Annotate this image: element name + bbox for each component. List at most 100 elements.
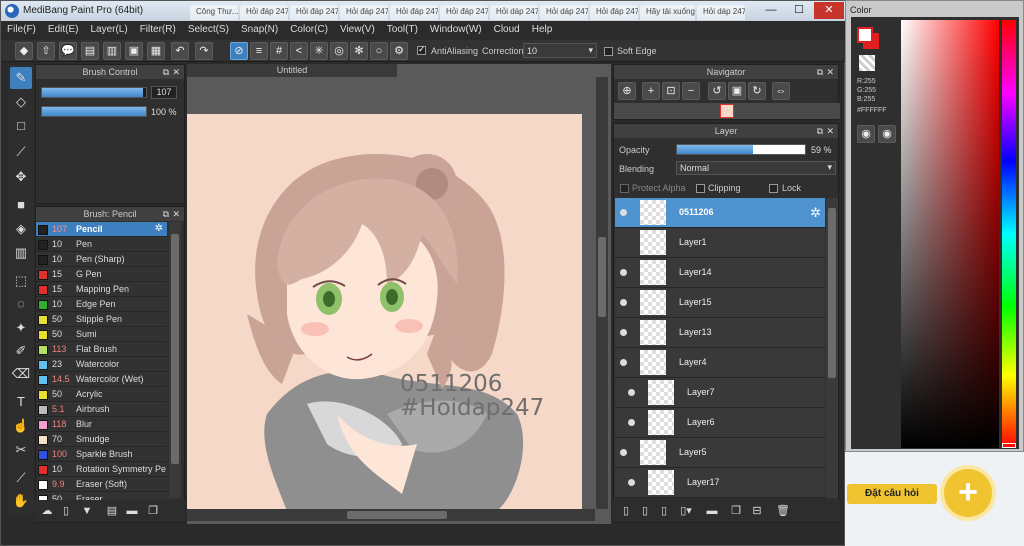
brush-item[interactable]: 107 Pencil ✲ [36,222,167,237]
layer-list-scrollbar[interactable] [826,198,838,498]
canvas-tab[interactable]: Untitled [187,64,397,77]
blending-select[interactable]: Normal ▾ [676,161,836,175]
layer-row[interactable]: Layer6 [615,408,825,438]
brush-tool-icon[interactable]: ✎ [10,67,32,89]
brush-item[interactable]: 100 Sparkle Brush [36,447,167,462]
layer-row[interactable]: Layer5 [615,438,825,468]
snap-settings-icon[interactable]: ⚙ [390,42,408,60]
operation-tool-icon[interactable]: ☝ [10,415,32,437]
layer-row[interactable]: 0511206 ✲ [615,198,825,228]
brush-item[interactable]: 50 Sumi [36,327,167,342]
flip-icon[interactable]: ⇔ [772,82,790,100]
duplicate-layer-icon[interactable]: ❐ [729,504,743,518]
page-list-icon[interactable]: ▥ [103,42,121,60]
snap-curve-icon[interactable]: ✻ [350,42,368,60]
undock-icon[interactable]: ⧉ [163,65,169,79]
zoom-icon[interactable]: ⊕ [618,82,636,100]
canvas-viewport[interactable]: 0511206 #Hoidap247 [187,77,595,509]
undock-icon[interactable]: ⧉ [163,207,169,221]
menu-window[interactable]: Window(W) [424,21,488,40]
new-halftone-layer-icon[interactable]: ▯ [657,504,671,518]
color-settings-icon[interactable]: ◉ [878,125,896,143]
navigator-preview[interactable] [614,103,840,119]
ask-question-label[interactable]: Đặt câu hỏi [847,484,937,504]
snap-radial-icon[interactable]: ✳ [310,42,328,60]
cloud-brush-icon[interactable]: ☁ [40,504,54,518]
upload-icon[interactable]: ⇧ [37,42,55,60]
eyedropper-tool-icon[interactable]: ⟋ [10,467,32,489]
lasso-tool-icon[interactable]: ◌ [10,293,32,315]
visibility-icon[interactable] [620,299,627,306]
folder-icon[interactable]: ▬ [705,504,719,518]
frame-icon[interactable]: ▦ [147,42,165,60]
brush-item[interactable]: 9.9 Eraser (Soft) [36,477,167,492]
menu-help[interactable]: Help [526,21,559,40]
visibility-icon[interactable] [628,389,635,396]
close-icon[interactable]: ✕ [172,207,180,221]
snap-concentric-icon[interactable]: ○ [370,42,388,60]
redo-icon[interactable]: ↷ [195,42,213,60]
saturation-value-picker[interactable] [901,20,999,448]
visibility-icon[interactable] [620,329,627,336]
brush-item[interactable]: 23 Watercolor [36,357,167,372]
layer-opacity-slider[interactable] [676,144,806,155]
brush-item[interactable]: 15 G Pen [36,267,167,282]
brush-item[interactable]: 14.5 Watercolor (Wet) [36,372,167,387]
lock-checkbox[interactable] [769,184,778,193]
correction-select[interactable]: 10 ▾ [523,43,597,58]
add-layer-menu-icon[interactable]: ▯▾ [679,504,693,518]
undock-icon[interactable]: ⧉ [817,65,823,79]
text-tool-icon[interactable]: T [10,391,32,413]
menu-cloud[interactable]: Cloud [488,21,526,40]
actual-size-icon[interactable]: ▣ [728,82,746,100]
visibility-icon[interactable] [620,209,627,216]
close-icon[interactable]: ✕ [826,124,834,138]
move-tool-icon[interactable]: ✥ [10,166,32,188]
scrollbar-thumb[interactable] [347,511,447,519]
brush-item[interactable]: 118 Blur [36,417,167,432]
menu-filter[interactable]: Filter(R) [134,21,182,40]
snap-off-icon[interactable]: ⊘ [230,42,248,60]
canvas-horizontal-scrollbar[interactable] [187,509,595,521]
visibility-icon[interactable] [620,359,627,366]
scrollbar-thumb[interactable] [171,234,179,464]
brush-item[interactable]: 70 Smudge [36,432,167,447]
brush-size-slider[interactable] [41,87,147,98]
transparent-color-swatch[interactable] [859,55,875,71]
brush-item[interactable]: 50 Acrylic [36,387,167,402]
scrollbar-thumb[interactable] [598,237,606,317]
brush-item[interactable]: 10 Rotation Symmetry Pe [36,462,167,477]
hue-handle[interactable] [1002,443,1016,448]
brush-item[interactable]: 15 Mapping Pen [36,282,167,297]
page-icon[interactable]: ▤ [81,42,99,60]
menu-layer[interactable]: Layer(L) [84,21,133,40]
menu-edit[interactable]: Edit(E) [42,21,85,40]
brush-alt-tool-icon[interactable]: ⟋ [10,141,32,163]
select-tool-icon[interactable]: ⬚ [10,270,32,292]
brush-item[interactable]: 10 Pen (Sharp) [36,252,167,267]
menu-select[interactable]: Select(S) [182,21,235,40]
add-brush-icon[interactable]: ▼ [80,504,94,518]
menu-view[interactable]: View(V) [334,21,381,40]
gradient-tool-icon[interactable]: ▥ [10,242,32,264]
zoom-out-icon[interactable]: − [682,82,700,100]
brush-settings-icon[interactable]: ✲ [155,223,163,234]
comment-icon[interactable]: 💬 [59,42,77,60]
navigator-thumbnail[interactable] [720,104,734,118]
brush-item[interactable]: 5.1 Airbrush [36,402,167,417]
menu-snap[interactable]: Snap(N) [235,21,284,40]
menu-tool[interactable]: Tool(T) [381,21,424,40]
antialiasing-checkbox[interactable] [417,44,426,55]
scrollbar-thumb[interactable] [828,208,836,378]
brush-item[interactable]: 10 Pen [36,237,167,252]
visibility-icon[interactable] [628,419,635,426]
layer-row[interactable]: Layer1 [615,228,825,258]
select-eraser-tool-icon[interactable]: ⌫ [10,363,32,385]
zoom-in-icon[interactable]: + [642,82,660,100]
brush-item[interactable]: 10 Edge Pen [36,297,167,312]
layer-row[interactable]: Layer4 [615,348,825,378]
clipping-checkbox[interactable] [696,184,705,193]
new-brush-icon[interactable]: ▯ [59,504,73,518]
duplicate-icon[interactable]: ❐ [146,504,160,518]
folder-icon[interactable]: ▬ [125,504,139,518]
